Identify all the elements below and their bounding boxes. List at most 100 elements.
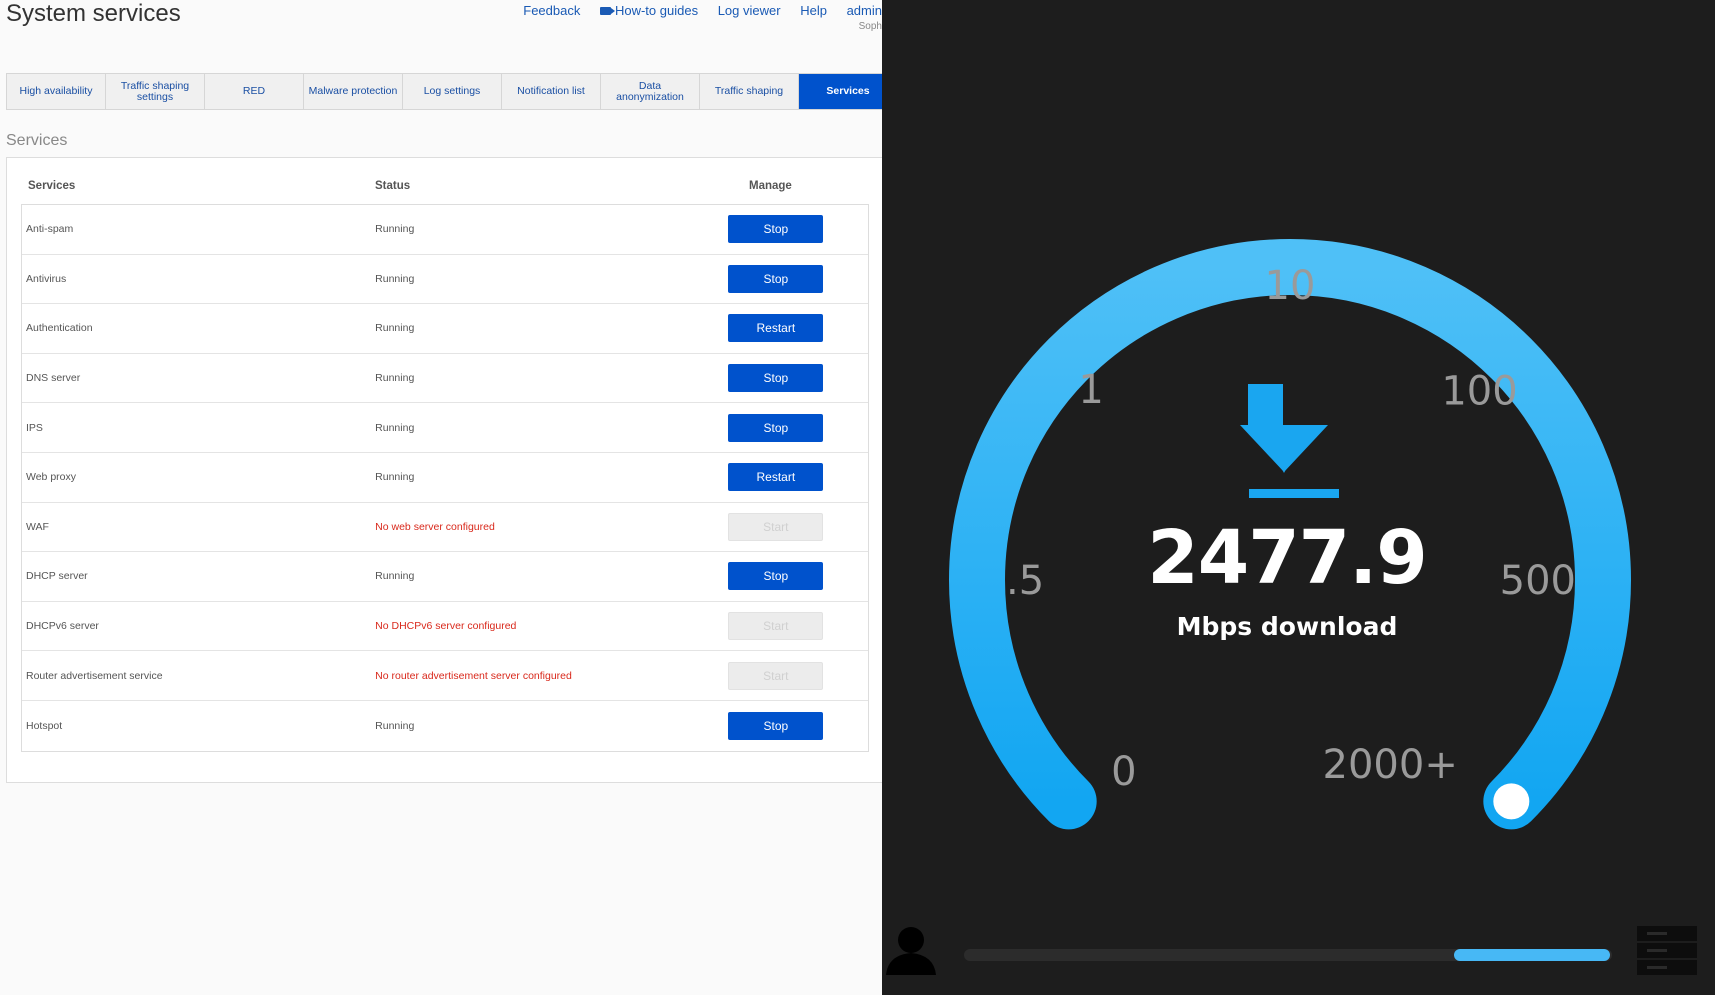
user-icon [886, 927, 936, 975]
manage-cell: Stop [720, 562, 868, 591]
table-header: Services Status Manage [21, 168, 869, 204]
manage-cell: Stop [720, 413, 868, 442]
restart-button[interactable]: Restart [728, 463, 824, 492]
gauge-needle-knob [1493, 783, 1530, 820]
log-viewer-link[interactable]: Log viewer [718, 3, 781, 18]
manage-cell: Start [720, 612, 868, 641]
scale-label: 100 [1441, 368, 1517, 414]
service-name: DHCP server [26, 570, 88, 583]
tab-traffic-shaping[interactable]: Traffic shaping [700, 74, 799, 109]
manage-cell: Stop [720, 711, 868, 740]
speed-unit-label: Mbps download [1176, 612, 1398, 641]
how-to-guides-link[interactable]: How-to guides [599, 3, 699, 18]
stop-button[interactable]: Stop [728, 264, 824, 293]
tab-bar: High availability Traffic shaping setting… [6, 73, 882, 110]
service-name: Web proxy [26, 471, 76, 484]
stop-button[interactable]: Stop [728, 711, 824, 740]
download-arrow-icon [1240, 384, 1339, 498]
table-row: DHCPv6 server No DHCPv6 server configured… [22, 602, 868, 652]
scale-label: .5 [1006, 558, 1044, 604]
tab-high-availability[interactable]: High availability [7, 74, 106, 109]
test-progress-fill [1454, 949, 1610, 961]
table-row: WAF No web server configured Start [22, 503, 868, 553]
services-panel: Services Status Manage Anti-spam Running S… [6, 157, 882, 783]
service-status: No DHCPv6 server configured [375, 620, 517, 633]
manage-cell: Restart [720, 314, 868, 343]
header-status: Status [375, 180, 411, 192]
service-status: Running [375, 471, 415, 484]
stop-button[interactable]: Stop [728, 562, 824, 591]
stop-button[interactable]: Stop [728, 413, 824, 442]
service-name: Router advertisement service [26, 669, 163, 682]
service-status: Running [375, 421, 415, 434]
feedback-link[interactable]: Feedback [523, 3, 580, 18]
video-camera-icon [599, 7, 615, 15]
speed-test-panel: 0.5 1 10 100 500 2000+ 2477.9 Mbps downl… [882, 0, 1715, 995]
section-title: Services [6, 132, 68, 149]
page-title: System services [6, 0, 181, 27]
service-name: DHCPv6 server [26, 620, 99, 633]
header-services: Services [28, 180, 76, 192]
service-name: WAF [26, 520, 49, 533]
manage-cell: Stop [720, 364, 868, 393]
service-status: Running [375, 322, 415, 335]
manage-cell: Restart [720, 463, 868, 492]
admin-menu[interactable]: admin [847, 3, 882, 18]
start-button: Start [728, 612, 824, 641]
service-status: Running [375, 372, 415, 385]
test-progress-track [964, 949, 1612, 961]
table-row: Anti-spam Running Stop [22, 205, 868, 255]
service-name: Authentication [26, 322, 93, 335]
service-status: Running [375, 272, 415, 285]
tab-log-settings[interactable]: Log settings [403, 74, 502, 109]
manage-cell: Start [720, 512, 868, 541]
table-row: IPS Running Stop [22, 403, 868, 453]
service-name: DNS server [26, 372, 81, 385]
stop-button[interactable]: Stop [728, 215, 824, 244]
tab-services[interactable]: Services [799, 74, 882, 109]
service-status: No router advertisement server configure… [375, 669, 572, 682]
system-services-window: System services Feedback How-to guides L… [0, 0, 882, 995]
table-row: Web proxy Running Restart [22, 453, 868, 503]
scale-label: 1 [1078, 367, 1103, 413]
manage-cell: Stop [720, 215, 868, 244]
service-name: Antivirus [26, 272, 67, 285]
scale-label: 0 [1111, 749, 1136, 795]
tab-data-anonymization[interactable]: Data anonymization [601, 74, 700, 109]
start-button: Start [728, 512, 824, 541]
table-body: Anti-spam Running Stop Antivirus Running Stop… [21, 204, 869, 752]
speed-gauge: 0.51101005002000+ [886, 239, 1697, 975]
help-link[interactable]: Help [800, 3, 827, 18]
tab-red[interactable]: RED [205, 74, 304, 109]
service-name: IPS [26, 421, 43, 434]
product-name: Soph [858, 21, 882, 32]
service-status: No web server configured [375, 520, 495, 533]
service-status: Running [375, 223, 415, 236]
table-row: DNS server Running Stop [22, 354, 868, 404]
table-row: Router advertisement service No router ad… [22, 651, 868, 701]
table-row: Antivirus Running Stop [22, 255, 868, 305]
services-table: Services Status Manage Anti-spam Running S… [21, 168, 869, 752]
stop-button[interactable]: Stop [728, 364, 824, 393]
service-status: Running [375, 570, 415, 583]
manage-cell: Start [720, 661, 868, 690]
restart-button[interactable]: Restart [728, 314, 824, 343]
header-manage: Manage [749, 180, 792, 192]
speed-value: 2477.9 [1147, 515, 1428, 601]
service-name: Anti-spam [26, 223, 74, 236]
scale-label: 10 [1265, 263, 1316, 309]
tab-malware-protection[interactable]: Malware protection [304, 74, 403, 109]
scale-label: 2000+ [1323, 742, 1458, 788]
manage-cell: Stop [720, 264, 868, 293]
service-status: Running [375, 719, 415, 732]
tab-notification-list[interactable]: Notification list [502, 74, 601, 109]
start-button: Start [728, 661, 824, 690]
service-name: Hotspot [26, 719, 63, 732]
table-row: DHCP server Running Stop [22, 552, 868, 602]
tab-traffic-shaping-settings[interactable]: Traffic shaping settings [106, 74, 205, 109]
server-icon [1637, 926, 1697, 975]
table-row: Hotspot Running Stop [22, 701, 868, 751]
top-links: Feedback How-to guides Log viewer Help a… [507, 3, 882, 18]
table-row: Authentication Running Restart [22, 304, 868, 354]
how-to-guides-label: How-to guides [614, 3, 699, 18]
